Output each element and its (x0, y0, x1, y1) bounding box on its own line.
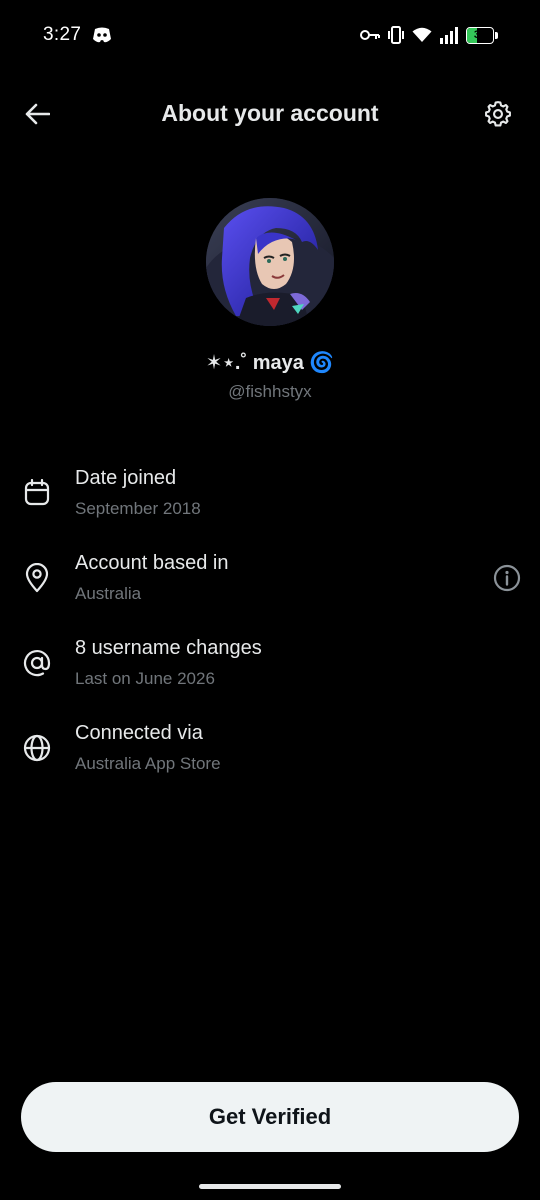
battery-cap (495, 31, 498, 39)
calendar-icon (22, 478, 52, 508)
info-value: Australia App Store (75, 754, 221, 773)
info-label: 8 username changes (75, 637, 262, 659)
vpn-key-icon (360, 28, 380, 42)
list-item-connected-via: Connected via Australia App Store (0, 715, 540, 785)
get-verified-button[interactable]: Get Verified (21, 1082, 519, 1152)
avatar[interactable] (206, 198, 334, 326)
info-label: Account based in (75, 552, 229, 574)
discord-icon (92, 26, 112, 44)
username-handle: @fishhstyx (228, 382, 312, 401)
list-item-account-based-in: Account based in Australia (0, 545, 540, 615)
location-pin-icon (22, 563, 52, 593)
settings-button[interactable] (482, 98, 514, 130)
home-indicator[interactable] (199, 1184, 341, 1189)
battery-level: 37 (473, 28, 487, 41)
signal-icon (439, 26, 459, 44)
gear-icon (485, 101, 511, 127)
status-bar: 3:27 37 (0, 0, 540, 72)
avatar-illustration (206, 198, 334, 326)
list-item-username-changes: 8 username changes Last on June 2026 (0, 630, 540, 700)
status-time: 3:27 (43, 24, 82, 45)
info-value: Australia (75, 584, 142, 603)
page-title: About your account (161, 100, 379, 126)
info-icon[interactable] (492, 563, 522, 593)
status-icons: 37 (360, 24, 498, 46)
info-label: Connected via (75, 722, 203, 744)
battery-icon: 37 (466, 26, 494, 44)
info-value: Last on June 2026 (75, 669, 215, 688)
at-sign-icon (22, 648, 52, 678)
header: About your account (0, 84, 540, 144)
list-item-date-joined: Date joined September 2018 (0, 460, 540, 530)
display-name: ✶⋆.˚ maya 🌀 (205, 352, 335, 374)
info-value: September 2018 (75, 499, 201, 518)
globe-icon (22, 733, 52, 763)
vibrate-icon (387, 25, 405, 45)
wifi-icon (412, 27, 432, 43)
info-label: Date joined (75, 467, 177, 489)
